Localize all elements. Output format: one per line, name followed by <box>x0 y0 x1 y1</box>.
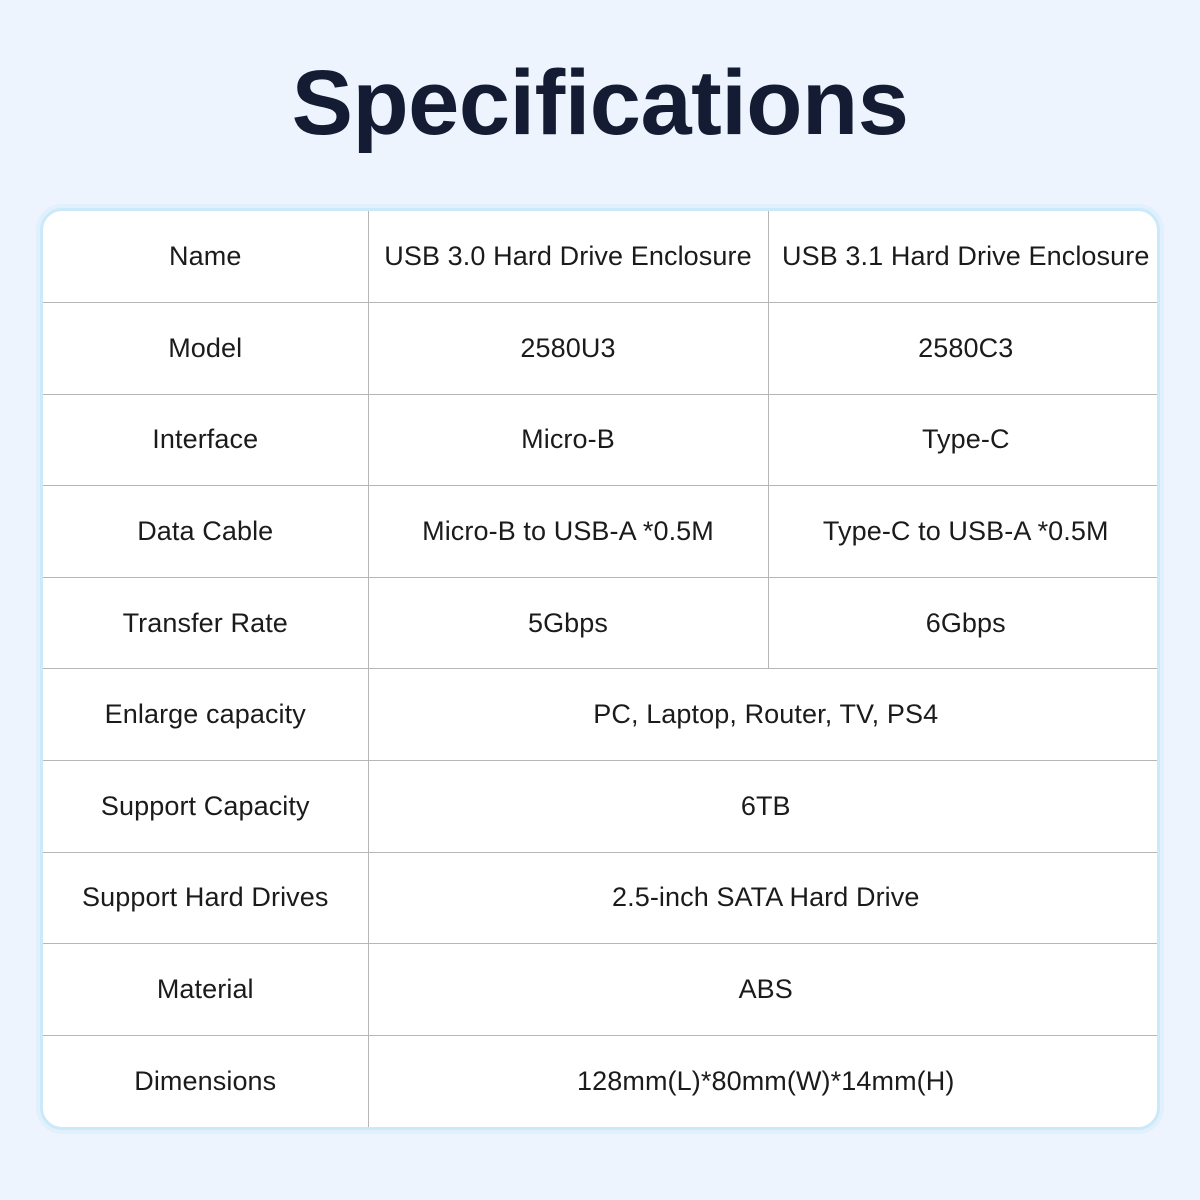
table-row: Support Hard Drives 2.5-inch SATA Hard Dr… <box>43 852 1157 945</box>
specifications-table-body: Name USB 3.0 Hard Drive Enclosure USB 3.1 … <box>43 211 1157 1127</box>
row-value-usb30: Micro-B to USB-A *0.5M <box>368 485 769 578</box>
table-row: Name USB 3.0 Hard Drive Enclosure USB 3.1 … <box>43 211 1157 304</box>
row-label: Enlarge capacity <box>43 668 369 762</box>
table-row: Transfer Rate 5Gbps 6Gbps <box>43 577 1157 670</box>
table-row: Interface Micro-B Type-C <box>43 394 1157 487</box>
row-label: Transfer Rate <box>43 577 369 670</box>
row-value-usb30: Micro-B <box>368 394 769 487</box>
row-value-usb30: 5Gbps <box>368 577 769 670</box>
row-value-merged: 2.5-inch SATA Hard Drive <box>368 852 1157 945</box>
row-value-usb31: Type-C to USB-A *0.5M <box>768 485 1157 578</box>
table-row: Data Cable Micro-B to USB-A *0.5M Type-C t… <box>43 485 1157 578</box>
row-value-usb31: USB 3.1 Hard Drive Enclosure <box>768 211 1157 304</box>
row-value-usb31: 2580C3 <box>768 302 1157 395</box>
row-label: Support Hard Drives <box>43 852 369 945</box>
row-label: Support Capacity <box>43 760 369 853</box>
table-row: Model 2580U3 2580C3 <box>43 302 1157 395</box>
specifications-page: Specifications Name USB 3.0 Hard Drive En… <box>0 0 1200 1200</box>
row-value-merged: PC, Laptop, Router, TV, PS4 <box>368 668 1157 762</box>
row-label: Material <box>43 943 369 1036</box>
row-label: Data Cable <box>43 485 369 578</box>
row-label: Dimensions <box>43 1035 369 1127</box>
row-value-merged: 6TB <box>368 760 1157 853</box>
row-value-usb30: 2580U3 <box>368 302 769 395</box>
table-row: Support Capacity 6TB <box>43 760 1157 853</box>
specifications-card: Name USB 3.0 Hard Drive Enclosure USB 3.1 … <box>40 208 1160 1130</box>
row-value-usb30: USB 3.0 Hard Drive Enclosure <box>368 211 769 304</box>
row-label: Model <box>43 302 369 395</box>
table-row: Enlarge capacity PC, Laptop, Router, TV, … <box>43 668 1157 762</box>
row-value-merged: 128mm(L)*80mm(W)*14mm(H) <box>577 1065 955 1096</box>
row-value-merged: ABS <box>368 943 1157 1036</box>
page-title: Specifications <box>291 52 909 154</box>
row-value-usb31: 6Gbps <box>768 577 1157 670</box>
row-value-usb31: Type-C <box>768 394 1157 487</box>
row-label: Name <box>43 211 369 304</box>
row-label: Interface <box>43 394 369 487</box>
table-row: Material ABS <box>43 943 1157 1036</box>
specifications-table: Name USB 3.0 Hard Drive Enclosure USB 3.1 … <box>43 211 1157 1127</box>
table-row: Dimensions 128mm(L)*80mm(W)*14mm(H) <box>43 1035 1157 1127</box>
